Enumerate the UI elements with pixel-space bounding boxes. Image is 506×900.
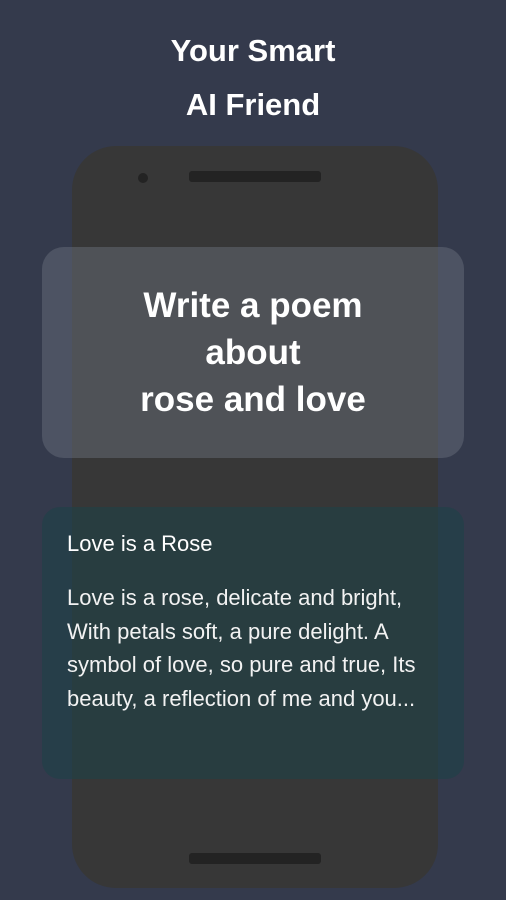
- prompt-line-1: Write a poem: [143, 286, 363, 325]
- phone-home-bar: [189, 853, 321, 864]
- answer-title: Love is a Rose: [67, 531, 213, 556]
- prompt-card: Write a poem about rose and love: [42, 247, 464, 458]
- prompt-line-3: rose and love: [140, 380, 366, 419]
- phone-camera: [138, 173, 148, 183]
- answer-card: Love is a Rose Love is a rose, delicate …: [42, 507, 464, 779]
- promo-headline: Your Smart AI Friend: [0, 24, 506, 132]
- prompt-line-2: about: [205, 333, 301, 372]
- answer-body: Love is a rose, delicate and bright, Wit…: [67, 585, 416, 711]
- headline-line-1: Your Smart: [170, 33, 336, 68]
- headline-line-2: AI Friend: [185, 87, 321, 122]
- phone-speaker: [189, 171, 321, 182]
- prompt-text: Write a poem about rose and love: [140, 282, 366, 423]
